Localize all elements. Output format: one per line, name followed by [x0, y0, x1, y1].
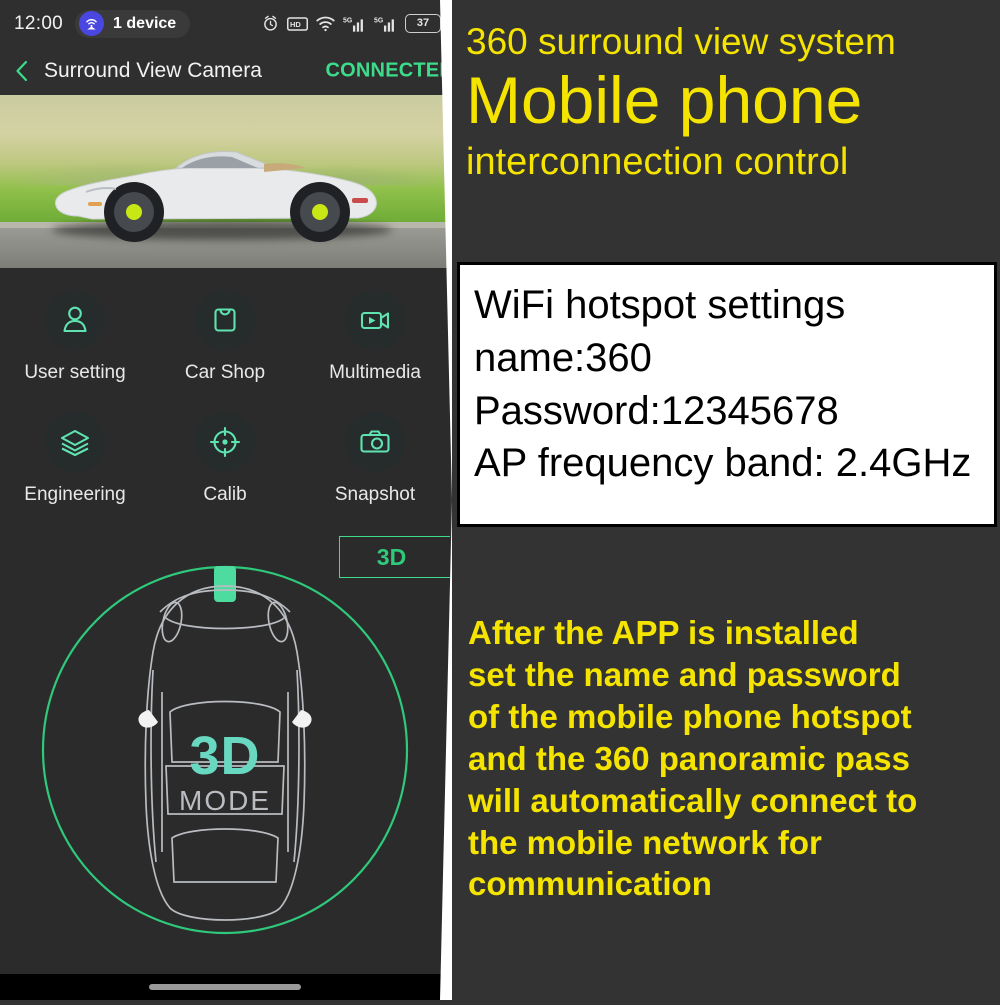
menu-item-user-setting[interactable]: User setting: [0, 290, 150, 384]
car-hero-image: [0, 95, 450, 268]
instruction-line-7: communication: [468, 865, 712, 903]
menu-item-multimedia[interactable]: Multimedia: [300, 290, 450, 384]
battery-level: 37: [416, 17, 430, 29]
instruction-line-3: of the mobile phone hotspot: [468, 697, 912, 735]
page-title: Surround View Camera: [44, 59, 262, 82]
status-bar: 12:00 1 device HD 5G 5G 37: [0, 0, 450, 47]
icon-bubble: [345, 290, 405, 350]
wifi-hotspot-icon: [79, 11, 105, 36]
chevron-left-icon: [16, 60, 28, 82]
overlay-mode-subtitle: MODE: [179, 785, 271, 816]
feature-row-1: User setting Car Shop Multimedia: [0, 290, 450, 384]
wifi-hotspot-settings-box: WiFi hotspot settings name:360 Password:…: [457, 262, 997, 527]
camera-marker-icon: [214, 566, 236, 602]
camera-icon: [360, 430, 390, 453]
left-mirror: [138, 710, 158, 728]
overlay-mode-title: 3D: [189, 726, 260, 786]
menu-item-snapshot[interactable]: Snapshot: [300, 412, 450, 506]
android-nav-bar: [0, 974, 450, 1000]
promo-headline: 360 surround view system Mobile phone in…: [452, 0, 1000, 184]
5g-signal-icon: 5G: [343, 17, 363, 32]
phone-screenshot: 12:00 1 device HD 5G 5G 37 Surround View…: [0, 0, 450, 1000]
menu-item-engineering[interactable]: Engineering: [0, 412, 150, 506]
back-button[interactable]: [0, 60, 44, 82]
convertible-car-illustration: [55, 151, 377, 242]
connection-status-badge: CONNECTED: [325, 59, 450, 82]
icon-bubble: [45, 412, 105, 472]
instruction-line-5: will automatically connect to: [468, 781, 918, 819]
hotspot-pill[interactable]: 1 device: [75, 9, 191, 38]
car-topdown-canvas[interactable]: 3D MODE: [0, 552, 450, 948]
car-topdown-svg: 3D MODE: [41, 565, 409, 935]
feature-grid: User setting Car Shop Multimedia Enginee…: [0, 268, 450, 512]
wifi-box-title: WiFi hotspot settings: [474, 283, 846, 327]
instruction-line-6: the mobile network for: [468, 823, 822, 861]
menu-item-label: Car Shop: [184, 362, 266, 383]
icon-bubble: [345, 412, 405, 472]
menu-item-label: Engineering: [24, 484, 126, 505]
menu-item-calib[interactable]: Calib: [150, 412, 300, 506]
headline-line-2: Mobile phone: [466, 62, 863, 137]
status-bar-icons: HD 5G 5G 37: [262, 0, 441, 47]
feature-row-2: Engineering Calib Snapshot: [0, 412, 450, 506]
instruction-line-4: and the 360 panoramic pass: [468, 739, 911, 777]
menu-item-label: Snapshot: [334, 484, 416, 505]
icon-bubble: [195, 412, 255, 472]
wifi-icon: [316, 16, 335, 31]
hotspot-label: 1 device: [113, 14, 177, 32]
svg-text:HD: HD: [290, 20, 301, 29]
menu-item-car-shop[interactable]: Car Shop: [150, 290, 300, 384]
right-mirror: [292, 710, 312, 728]
app-bar: Surround View Camera CONNECTED: [0, 47, 450, 95]
icon-bubble: [45, 290, 105, 350]
user-icon: [63, 306, 87, 333]
menu-item-label: User setting: [24, 362, 126, 383]
status-bar-time: 12:00: [14, 12, 64, 34]
headline-line-3: interconnection control: [466, 140, 849, 183]
wifi-box-band: AP frequency band: 2.4GHz: [474, 441, 972, 486]
alarm-icon: [264, 15, 277, 31]
menu-item-label: Multimedia: [329, 362, 421, 383]
surround-view-viewer: 3D 3D MODE: [0, 528, 450, 948]
video-camera-icon: [360, 311, 390, 330]
instruction-line-2: set the name and password: [468, 655, 901, 693]
svg-text:5G: 5G: [374, 17, 383, 24]
headline-line-1: 360 surround view system: [466, 21, 896, 62]
battery-indicator: 37: [405, 14, 441, 33]
instruction-line-1: After the APP is installed: [468, 614, 859, 651]
svg-text:5G: 5G: [343, 17, 352, 24]
layers-icon: [60, 429, 90, 457]
5g-signal-icon-2: 5G: [374, 17, 394, 32]
hd-icon: HD: [287, 16, 308, 31]
home-indicator[interactable]: [149, 984, 301, 990]
menu-item-label: Calib: [203, 484, 247, 505]
crosshair-icon: [209, 426, 241, 458]
promo-composite: 12:00 1 device HD 5G 5G 37 Surround View…: [0, 0, 1000, 1000]
promo-panel: 360 surround view system Mobile phone in…: [452, 0, 1000, 1000]
shopping-bag-icon: [214, 308, 236, 332]
wifi-box-name: name:360: [474, 335, 652, 380]
promo-instructions: After the APP is installed set the name …: [468, 612, 1000, 905]
wifi-box-password: Password:12345678: [474, 388, 839, 433]
icon-bubble: [195, 290, 255, 350]
